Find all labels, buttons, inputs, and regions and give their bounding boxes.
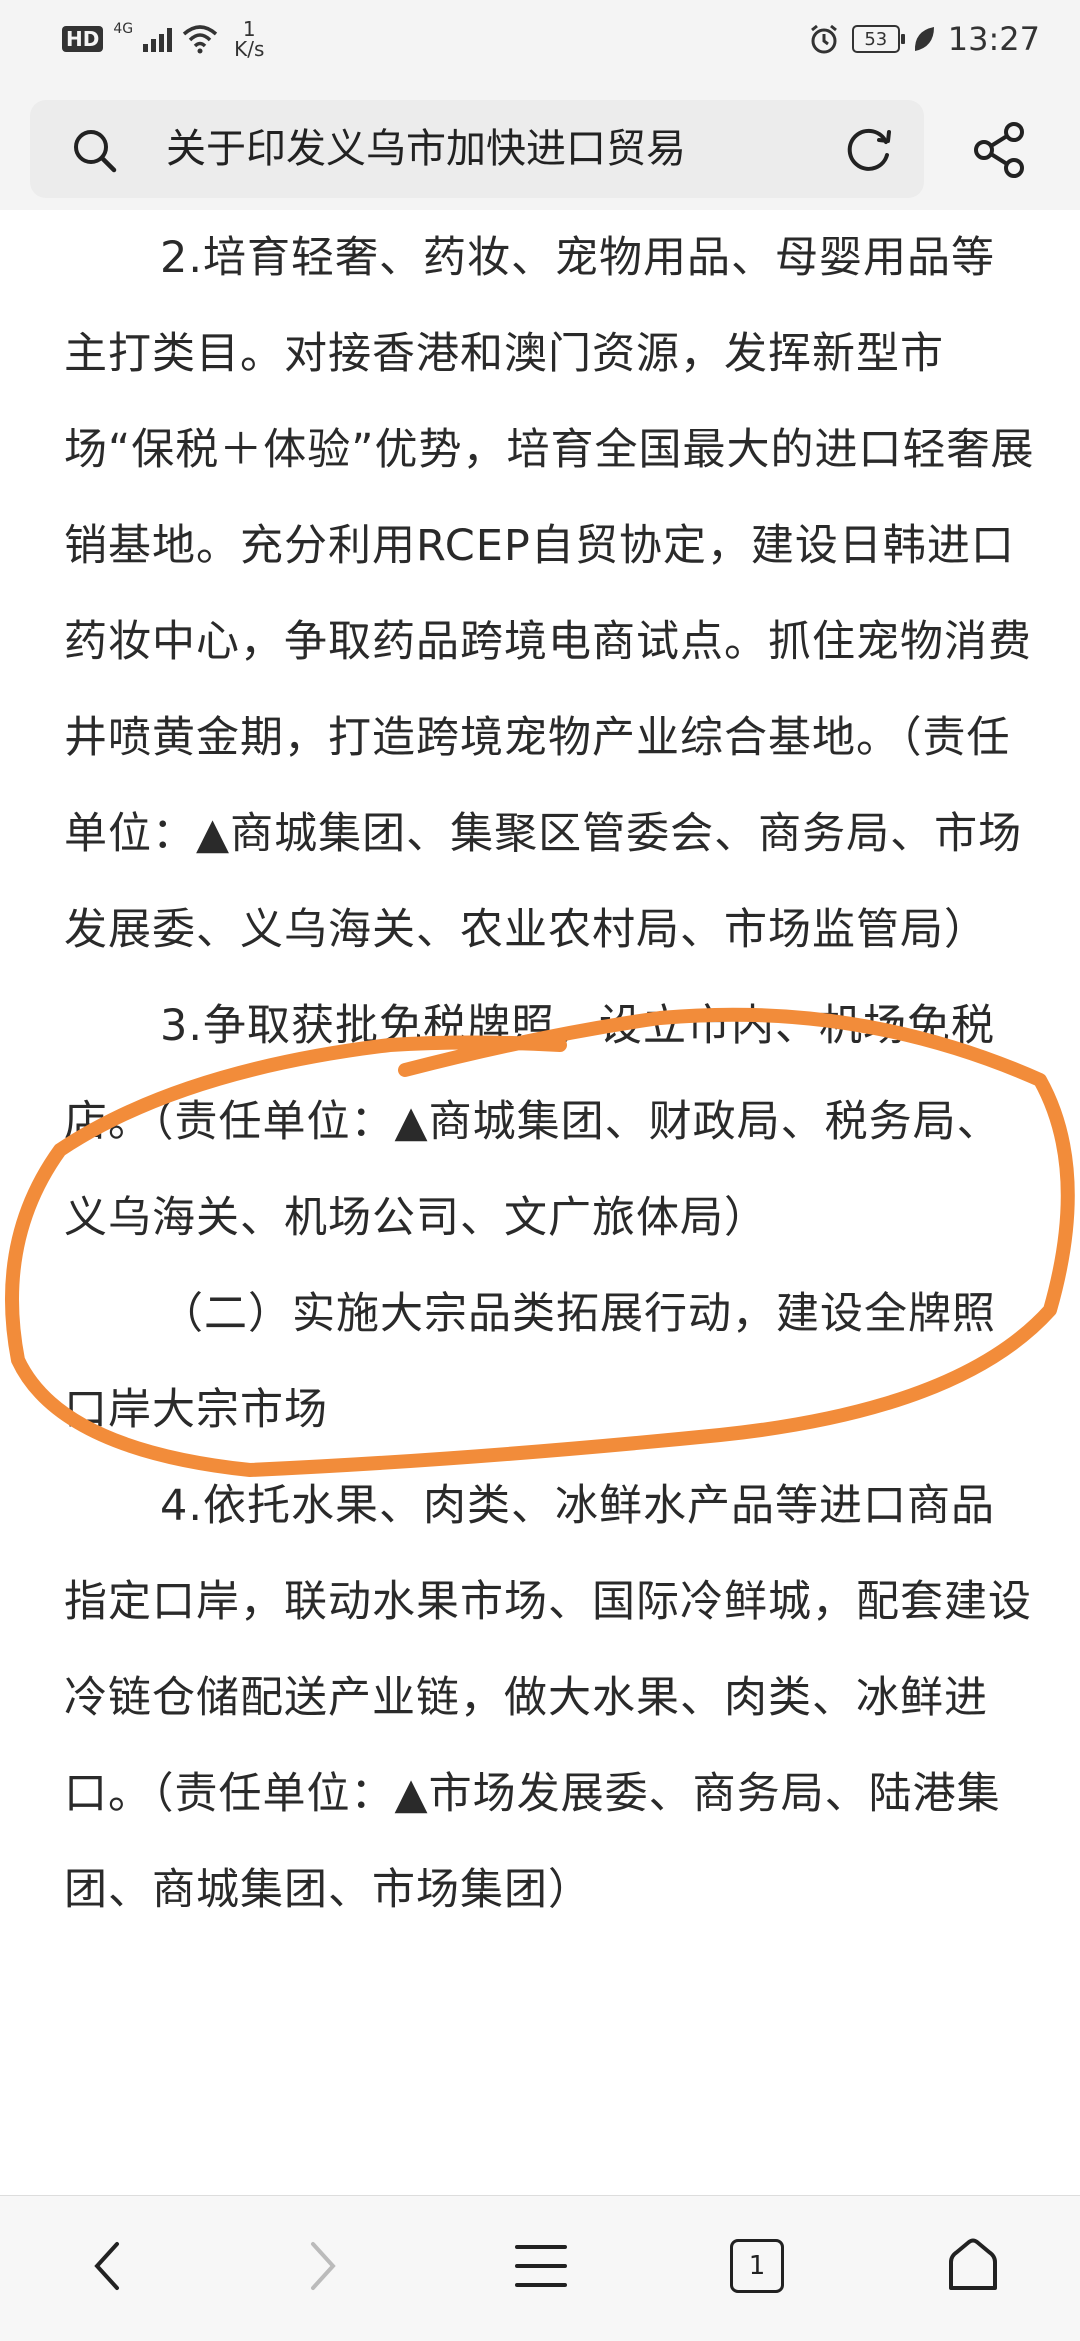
hd-indicator: HD: [62, 26, 104, 52]
clock: 13:27: [947, 20, 1040, 58]
tabs-button[interactable]: 1: [712, 2226, 802, 2306]
menu-icon: [515, 2245, 567, 2287]
search-query[interactable]: 关于印发义乌市加快进口贸易: [166, 124, 686, 174]
signal-icon: [143, 26, 173, 52]
leaf-icon: [914, 27, 934, 51]
battery-icon: 53: [851, 25, 905, 53]
refresh-icon[interactable]: [842, 122, 896, 176]
paragraph-item-2: 2.培育轻奢、药妆、宠物用品、母婴用品等主打类目。对接香港和澳门资源，发挥新型市…: [64, 233, 1035, 955]
forward-button[interactable]: [278, 2226, 368, 2306]
speed-unit: K/s: [234, 37, 265, 61]
chevron-right-icon: [311, 2242, 336, 2290]
paragraph-item-3: 3.争取获批免税牌照，设立市内、机场免税店。（责任单位：▲商城集团、财政局、税务…: [64, 1001, 1001, 1243]
share-icon[interactable]: [972, 122, 1028, 178]
browser-toolbar: 关于印发义乌市加快进口贸易: [0, 80, 1080, 210]
paragraph-item-4: 4.依托水果、肉类、冰鲜水产品等进口商品指定口岸，联动水果市场、国际冷鲜城，配套…: [64, 1481, 1032, 1915]
battery-level: 53: [864, 28, 888, 50]
status-bar: HD 4G 1 K/s 53 13:27: [0, 0, 1080, 80]
wifi-icon: [182, 25, 218, 54]
network-speed: 1 K/s: [234, 19, 264, 59]
chevron-left-icon: [94, 2242, 119, 2290]
status-right: 53 13:27: [808, 14, 1040, 64]
home-icon: [949, 2238, 997, 2290]
speed-value: 1: [242, 17, 256, 41]
address-bar[interactable]: 关于印发义乌市加快进口贸易: [30, 100, 924, 198]
network-type: 4G: [113, 21, 134, 37]
section-heading: （二）实施大宗品类拓展行动，建设全牌照口岸大宗市场: [64, 1289, 996, 1435]
bottom-nav: 1: [0, 2195, 1080, 2341]
tab-count: 1: [730, 2239, 784, 2293]
search-icon: [74, 130, 117, 173]
article-content: 2.培育轻奢、药妆、宠物用品、母婴用品等主打类目。对接香港和澳门资源，发挥新型市…: [0, 210, 1080, 2195]
menu-button[interactable]: [496, 2226, 586, 2306]
back-button[interactable]: [62, 2226, 152, 2306]
home-button[interactable]: [928, 2226, 1018, 2306]
alarm-icon: [810, 24, 837, 54]
status-left: HD 4G 1 K/s: [62, 14, 264, 64]
